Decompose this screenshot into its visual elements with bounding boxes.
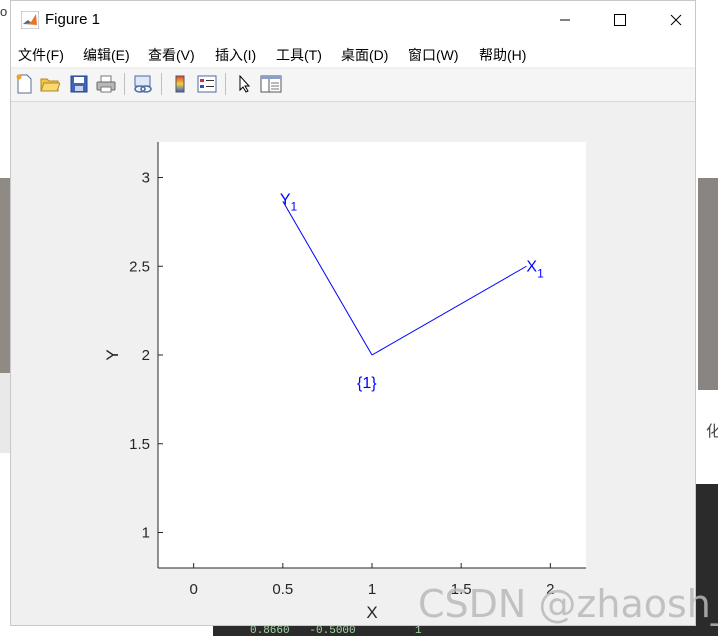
plot-area[interactable]: 0 0.5 1 1.5 2 11.522.53 X1Y1{1} X Y: [10, 1, 696, 626]
background-left-photo: [0, 178, 10, 373]
background-left-text: o: [0, 4, 8, 19]
frame-axis-label: {1}: [357, 375, 377, 392]
watermark: CSDN @zhaosh_: [418, 582, 718, 626]
background-right-text: 化: [706, 423, 718, 440]
background-bottom-white: [0, 626, 213, 636]
x-tick-label: 0: [189, 581, 197, 598]
background-console-text: 0.8660 -0.5000 1: [250, 625, 422, 637]
y-axis-label: Y: [103, 349, 122, 360]
figure-window: Figure 1 文件(F) 编辑(E) 查看(V) 插入(I) 工具(T) 桌…: [10, 0, 696, 626]
y-tick-label: 2: [142, 347, 150, 364]
y-tick-label: 3: [142, 170, 150, 187]
y-tick-label: 1.5: [129, 436, 150, 453]
background-left-panel: [0, 373, 10, 453]
y-tick-label: 2.5: [129, 258, 150, 275]
background-right-photo: [698, 178, 718, 390]
y-tick-label: 1: [142, 525, 150, 542]
x-tick-label: 0.5: [272, 581, 293, 598]
x-axis-label: X: [366, 603, 377, 622]
x-tick-label: 1: [368, 581, 376, 598]
